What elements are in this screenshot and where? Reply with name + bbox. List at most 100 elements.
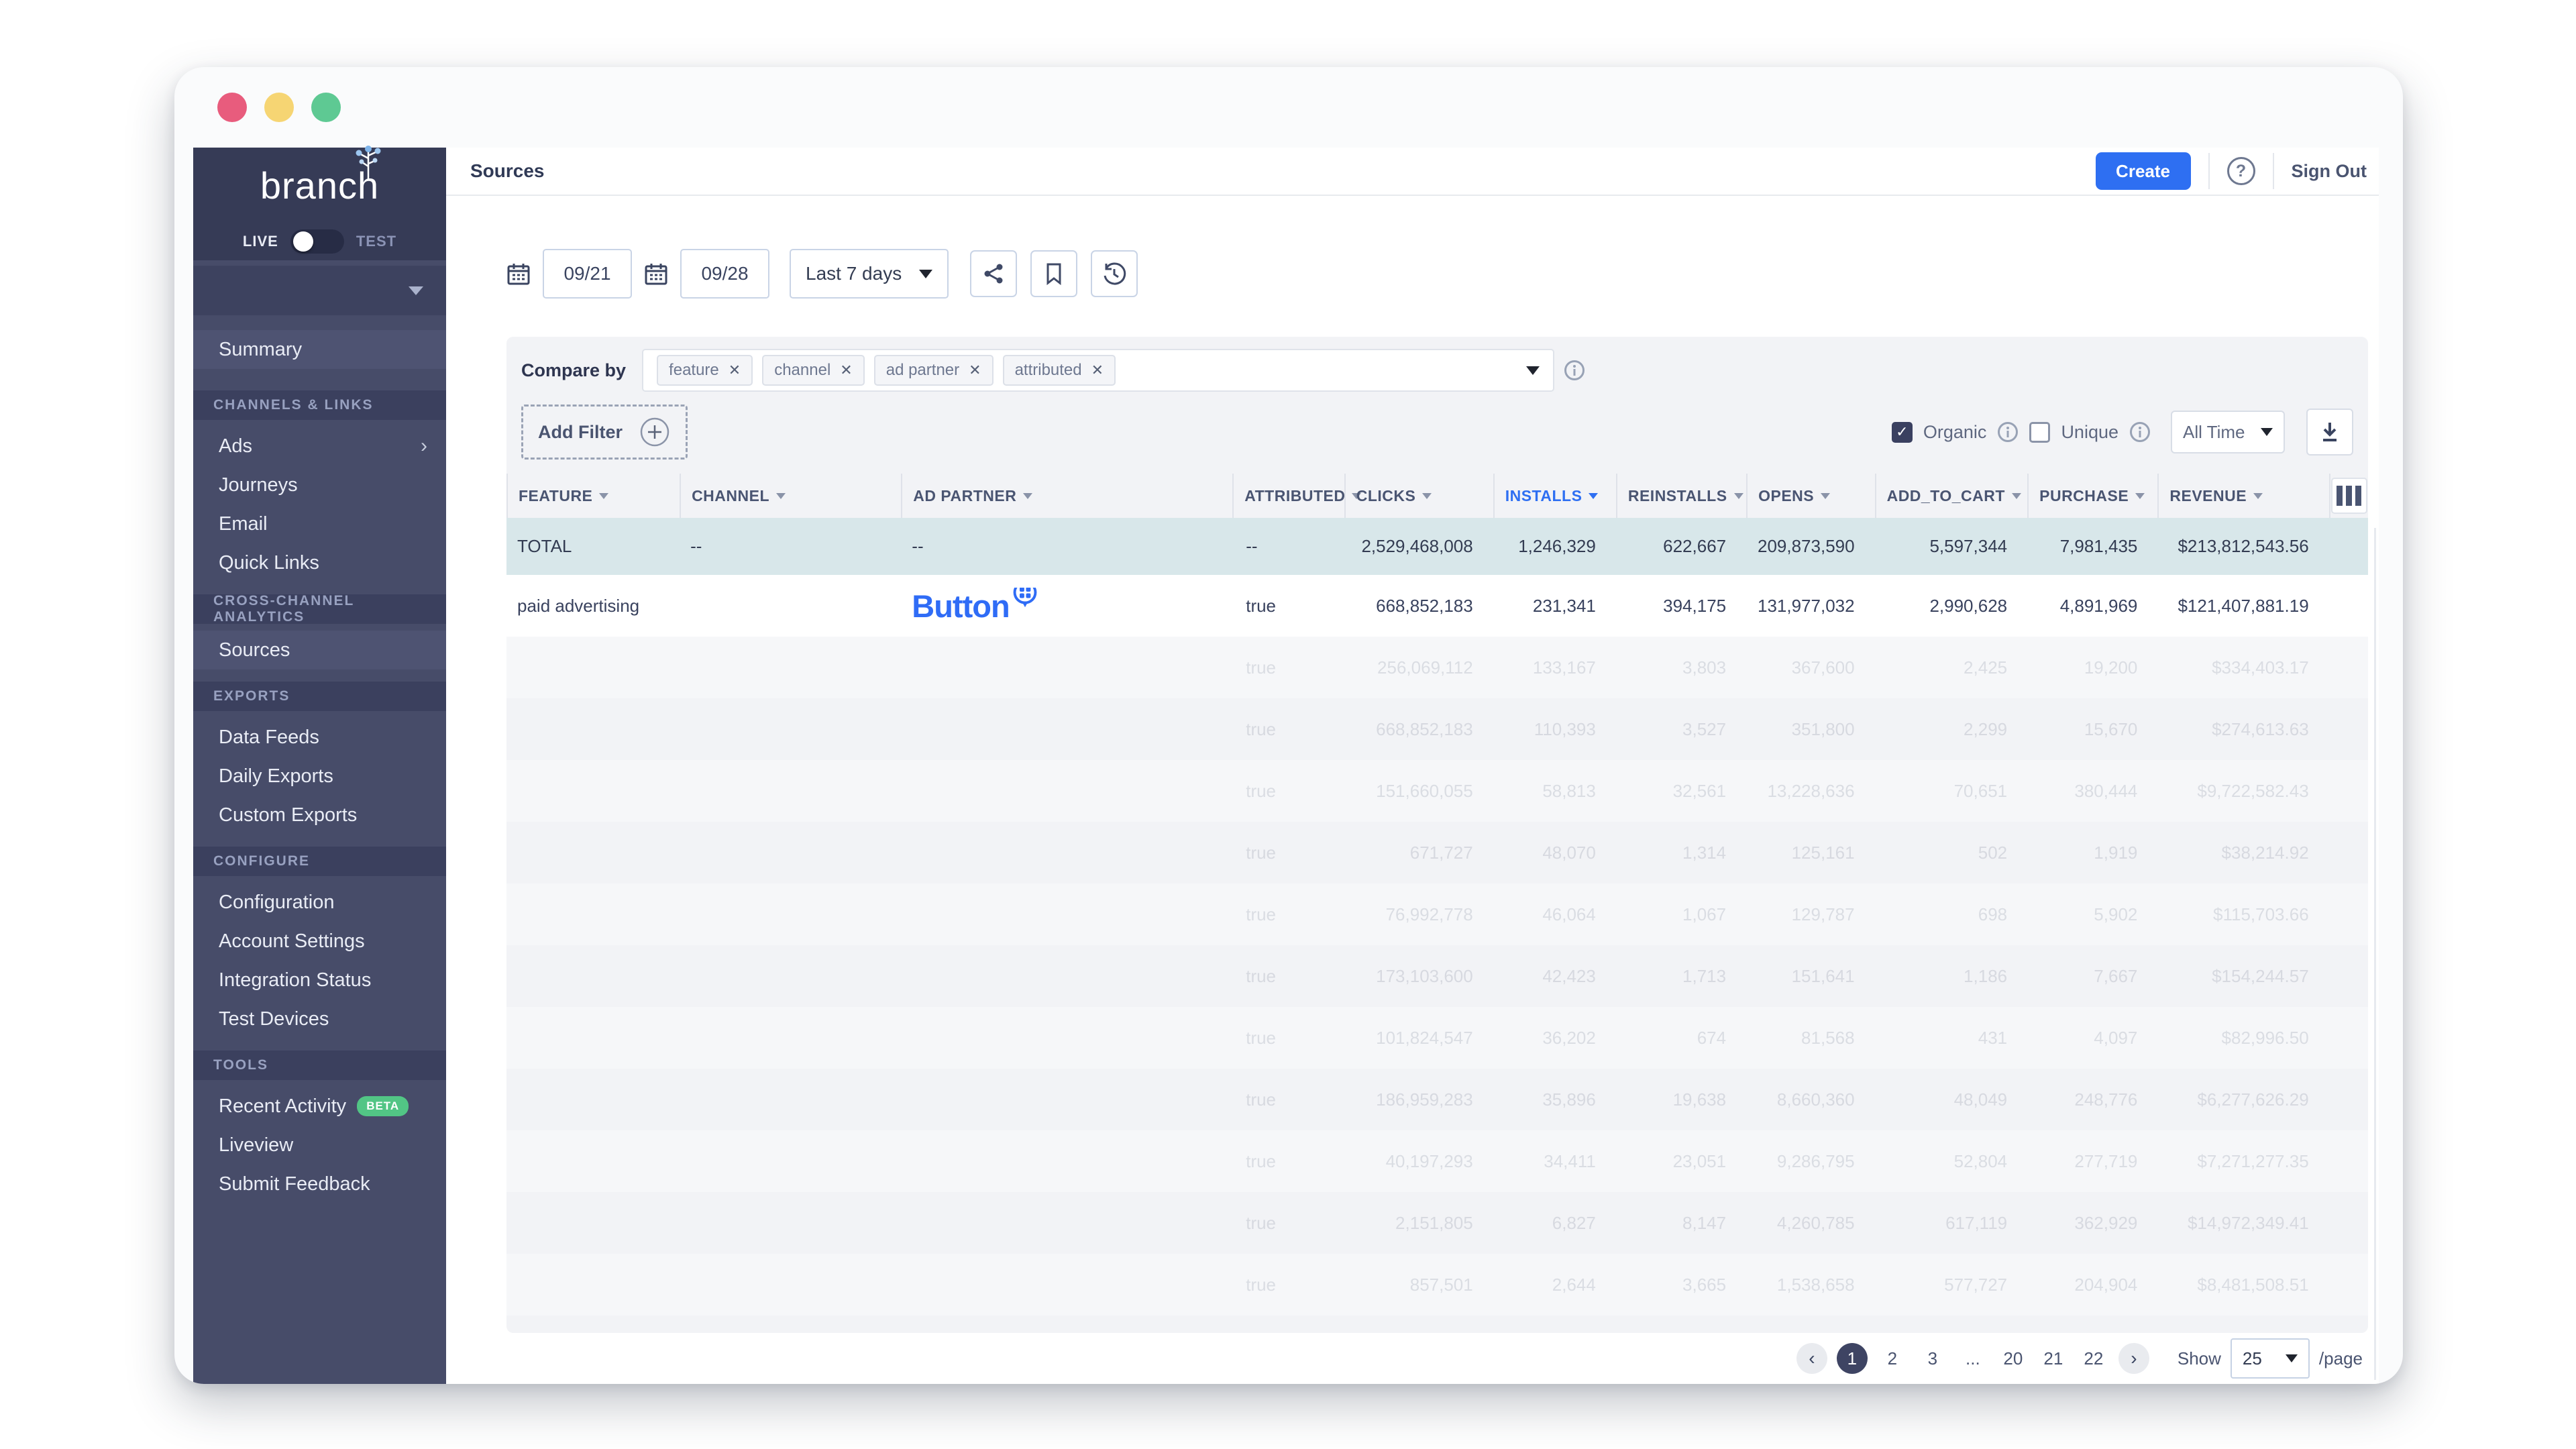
history-button[interactable] <box>1091 250 1138 297</box>
page-button[interactable]: 21 <box>2038 1343 2069 1374</box>
app-window: branch LIVE TEST <box>174 67 2403 1384</box>
remove-chip-icon[interactable]: ✕ <box>840 362 852 379</box>
page-button[interactable]: 1 <box>1837 1343 1868 1374</box>
column-header[interactable]: INSTALLS <box>1493 474 1616 518</box>
compare-chip[interactable]: attributed ✕ <box>1003 355 1116 386</box>
maximize-window-icon[interactable] <box>311 93 341 122</box>
sidebar-item[interactable]: Test Devices <box>193 1000 446 1038</box>
create-button[interactable]: Create <box>2096 152 2191 190</box>
history-icon <box>1102 262 1126 286</box>
date-range-select[interactable]: Last 7 days <box>790 249 949 299</box>
column-header[interactable]: PURCHASE <box>2027 474 2157 518</box>
purchase-cell: 1,919 <box>2027 843 2157 863</box>
reinstalls-cell: 674 <box>1616 1028 1746 1049</box>
sidebar-item[interactable]: Configuration <box>193 883 446 922</box>
column-header[interactable]: AD PARTNER <box>901 474 1232 518</box>
remove-chip-icon[interactable]: ✕ <box>729 362 741 379</box>
sidebar-item[interactable]: Recent Activity BETA <box>193 1087 446 1126</box>
attribution-window-select[interactable]: All Time <box>2171 411 2285 453</box>
beta-badge: BETA <box>357 1096 409 1116</box>
organic-checkbox[interactable]: ✓ <box>1892 422 1913 443</box>
column-header[interactable]: ADD_TO_CART <box>1875 474 2028 518</box>
sidebar-item[interactable]: Data Feeds <box>193 718 446 757</box>
share-button[interactable] <box>970 250 1017 297</box>
sidebar-item[interactable]: Journeys <box>193 466 446 504</box>
add-to-cart-cell: 431 <box>1875 1028 2028 1049</box>
add-filter-button[interactable]: Add Filter <box>521 405 688 460</box>
close-window-icon[interactable] <box>217 93 247 122</box>
page-button[interactable]: 22 <box>2078 1343 2109 1374</box>
opens-cell: 151,641 <box>1746 966 1874 987</box>
live-test-toggle[interactable] <box>290 229 344 254</box>
previous-page-button[interactable]: ‹ <box>1796 1343 1827 1374</box>
sort-caret-icon <box>2012 493 2021 499</box>
sidebar-item[interactable]: Daily Exports <box>193 757 446 796</box>
reinstalls-cell: 32,561 <box>1616 781 1746 802</box>
columns-button[interactable] <box>2331 478 2367 514</box>
sidebar-item-summary[interactable]: Summary <box>193 330 446 369</box>
compare-by-select[interactable]: feature ✕ channel ✕ <box>642 349 1554 392</box>
column-header[interactable]: REVENUE <box>2157 474 2328 518</box>
sidebar-item-label: Ads <box>219 435 252 458</box>
compare-chip[interactable]: channel ✕ <box>762 355 865 386</box>
page-button[interactable]: 2 <box>1877 1343 1908 1374</box>
sidebar-item[interactable]: Integration Status <box>193 961 446 1000</box>
app-selector-dropdown[interactable] <box>193 266 446 315</box>
opens-cell: 13,228,636 <box>1746 781 1874 802</box>
sidebar-item[interactable]: Quick Links <box>193 543 446 582</box>
download-button[interactable] <box>2306 409 2353 455</box>
attribution-window-value: All Time <box>2183 422 2245 443</box>
add-to-cart-cell: 2,299 <box>1875 719 2028 740</box>
divider <box>2273 153 2274 189</box>
page-button[interactable]: 20 <box>1998 1343 2029 1374</box>
next-page-button[interactable]: › <box>2118 1343 2149 1374</box>
start-date-input[interactable]: 09/21 <box>543 249 632 299</box>
scrollbar-track[interactable] <box>2374 528 2376 1380</box>
branch-logo: branch <box>260 164 379 207</box>
table-row: true 151,660,055 58,813 32,561 13,228,63… <box>506 760 2368 822</box>
column-header[interactable]: CHANNEL <box>680 474 901 518</box>
sidebar-item[interactable]: Ads › <box>193 427 446 466</box>
sidebar-item[interactable]: Custom Exports <box>193 796 446 835</box>
add-to-cart-cell: 502 <box>1875 843 2028 863</box>
opens-cell: 1,538,658 <box>1746 1275 1874 1295</box>
sidebar-item[interactable]: Sources <box>193 631 446 669</box>
total-row: TOTAL -- -- -- 2,529,468,008 1,246,329 6… <box>506 518 2368 575</box>
sort-caret-icon <box>1023 493 1032 499</box>
clicks-cell: 76,992,778 <box>1344 904 1493 925</box>
column-header[interactable]: REINSTALLS <box>1616 474 1746 518</box>
divider <box>2208 153 2210 189</box>
compare-chip-label: attributed <box>1015 361 1082 380</box>
attributed-cell: true <box>1232 1028 1344 1049</box>
compare-chip[interactable]: feature ✕ <box>657 355 753 386</box>
sign-out-link[interactable]: Sign Out <box>2292 161 2367 182</box>
unique-checkbox[interactable] <box>2029 422 2050 443</box>
remove-chip-icon[interactable]: ✕ <box>969 362 981 379</box>
sort-caret-icon <box>599 493 608 499</box>
remove-chip-icon[interactable]: ✕ <box>1091 362 1104 379</box>
sidebar-item[interactable]: Submit Feedback <box>193 1165 446 1203</box>
page-button[interactable]: 3 <box>1917 1343 1948 1374</box>
sidebar-item[interactable]: Email <box>193 504 446 543</box>
minimize-window-icon[interactable] <box>264 93 294 122</box>
column-header[interactable]: ATTRIBUTED <box>1232 474 1344 518</box>
compare-by-row: Compare by feature ✕ <box>506 349 2368 392</box>
page-size-select[interactable]: 25 <box>2231 1338 2310 1379</box>
column-header[interactable]: OPENS <box>1746 474 1874 518</box>
end-date-input[interactable]: 09/28 <box>680 249 769 299</box>
sidebar-item-label: Configuration <box>219 892 335 914</box>
environment-switch-row: LIVE TEST <box>193 223 446 260</box>
total-ad-partner: -- <box>901 536 1232 557</box>
opens-cell: 131,977,032 <box>1746 596 1874 616</box>
purchase-cell: 277,719 <box>2027 1151 2157 1172</box>
compare-chip[interactable]: ad partner ✕ <box>874 355 994 386</box>
column-header[interactable]: CLICKS <box>1344 474 1493 518</box>
bookmark-button[interactable] <box>1030 250 1077 297</box>
help-icon[interactable]: ? <box>2227 157 2255 185</box>
sidebar-item[interactable]: Liveview <box>193 1126 446 1165</box>
column-header[interactable]: FEATURE <box>506 474 680 518</box>
table-row: true 671,727 48,070 1,314 125,161 502 1,… <box>506 822 2368 883</box>
column-header-label: CHANNEL <box>692 487 769 505</box>
page-button[interactable]: ... <box>1957 1343 1988 1374</box>
sidebar-item[interactable]: Account Settings <box>193 922 446 961</box>
